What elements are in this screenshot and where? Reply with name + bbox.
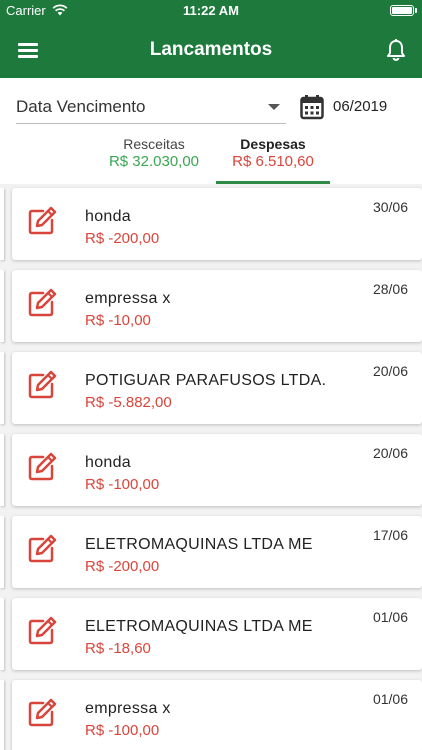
entry-card[interactable]: empressa x R$ -100,00 01/06	[12, 680, 422, 750]
period-value: 06/2019	[333, 98, 388, 115]
edit-entry-button[interactable]	[26, 533, 58, 565]
entry-name: honda	[85, 454, 131, 471]
entry-value: R$ -200,00	[85, 230, 160, 247]
entry-date: 17/06	[372, 527, 408, 543]
entry-date: 30/06	[372, 199, 408, 215]
edit-entry-button[interactable]	[26, 205, 58, 237]
tab-receitas-amount: R$ 32.030,00	[108, 153, 200, 170]
entry-card[interactable]: ELETROMAQUINAS LTDA ME R$ -18,60 01/06	[12, 598, 422, 670]
dropdown-caret-icon	[268, 104, 280, 110]
entry-card[interactable]: POTIGUAR PARAFUSOS LTDA. R$ -5.882,00 20/0…	[12, 352, 422, 424]
card-edge	[0, 516, 4, 588]
edit-icon	[26, 370, 58, 405]
entry-value: R$ -200,00	[85, 558, 160, 575]
edit-icon	[26, 206, 58, 241]
edit-icon	[26, 698, 58, 733]
entry-value: R$ -18,60	[85, 640, 151, 657]
entry-card[interactable]: honda R$ -200,00 30/06	[12, 188, 422, 260]
filter-row: Data Vencimento 06/2019	[0, 78, 422, 130]
page-title: Lancamentos	[149, 39, 273, 60]
entry-name: empressa x	[85, 700, 171, 717]
entry-value: R$ -5.882,00	[85, 394, 172, 411]
edit-icon	[26, 452, 58, 487]
edit-icon	[26, 534, 58, 569]
clock: 11:22 AM	[183, 3, 239, 18]
bell-icon	[387, 39, 405, 61]
battery-icon	[390, 5, 414, 16]
edit-entry-button[interactable]	[26, 697, 58, 729]
edit-entry-button[interactable]	[26, 287, 58, 319]
entry-name: POTIGUAR PARAFUSOS LTDA.	[85, 372, 327, 389]
tab-receitas-label: Resceitas	[123, 136, 185, 152]
card-edge	[0, 270, 4, 342]
entry-date: 01/06	[372, 691, 408, 707]
entry-name: honda	[85, 208, 131, 225]
edit-entry-button[interactable]	[26, 615, 58, 647]
entry-card[interactable]: empressa x R$ -10,00 28/06	[12, 270, 422, 342]
tab-despesas-amount: R$ 6.510,60	[232, 153, 314, 170]
entries-list[interactable]: honda R$ -200,00 30/06 empressa x R$ -10,00 2…	[0, 184, 422, 750]
edit-icon	[26, 288, 58, 323]
tab-bar: Resceitas R$ 32.030,00 Despesas R$ 6.510…	[0, 130, 422, 184]
tab-receitas[interactable]: Resceitas R$ 32.030,00	[94, 130, 214, 184]
entry-value: R$ -100,00	[85, 476, 160, 493]
card-edge	[0, 680, 4, 750]
edit-entry-button[interactable]	[26, 451, 58, 483]
entry-name: empressa x	[85, 290, 171, 307]
entry-card[interactable]: honda R$ -100,00 20/06	[12, 434, 422, 506]
entry-date: 20/06	[372, 363, 408, 379]
card-edge	[0, 434, 4, 506]
card-edge	[0, 598, 4, 670]
entry-card[interactable]: ELETROMAQUINAS LTDA ME R$ -200,00 17/06	[12, 516, 422, 588]
calendar-icon	[300, 95, 324, 120]
entry-date: 01/06	[372, 609, 408, 625]
card-edge	[0, 352, 4, 424]
card-edge	[0, 188, 4, 260]
entry-name: ELETROMAQUINAS LTDA ME	[85, 618, 313, 635]
tab-despesas[interactable]: Despesas R$ 6.510,60	[216, 130, 330, 184]
entry-date: 28/06	[372, 281, 408, 297]
battery-tip	[415, 8, 417, 13]
period-picker[interactable]: 06/2019	[300, 92, 410, 122]
edit-icon	[26, 616, 58, 651]
entry-value: R$ -10,00	[85, 312, 151, 329]
sort-field-value: Data Vencimento	[16, 97, 146, 116]
entry-name: ELETROMAQUINAS LTDA ME	[85, 536, 313, 553]
notifications-button[interactable]	[382, 36, 410, 64]
edit-entry-button[interactable]	[26, 369, 58, 401]
entry-date: 20/06	[372, 445, 408, 461]
sort-field-select[interactable]: Data Vencimento	[16, 94, 286, 124]
entry-value: R$ -100,00	[85, 722, 160, 739]
tab-despesas-label: Despesas	[240, 136, 306, 152]
app-bar: Lancamentos	[0, 22, 422, 78]
status-bar: Carrier 11:22 AM	[0, 0, 422, 22]
